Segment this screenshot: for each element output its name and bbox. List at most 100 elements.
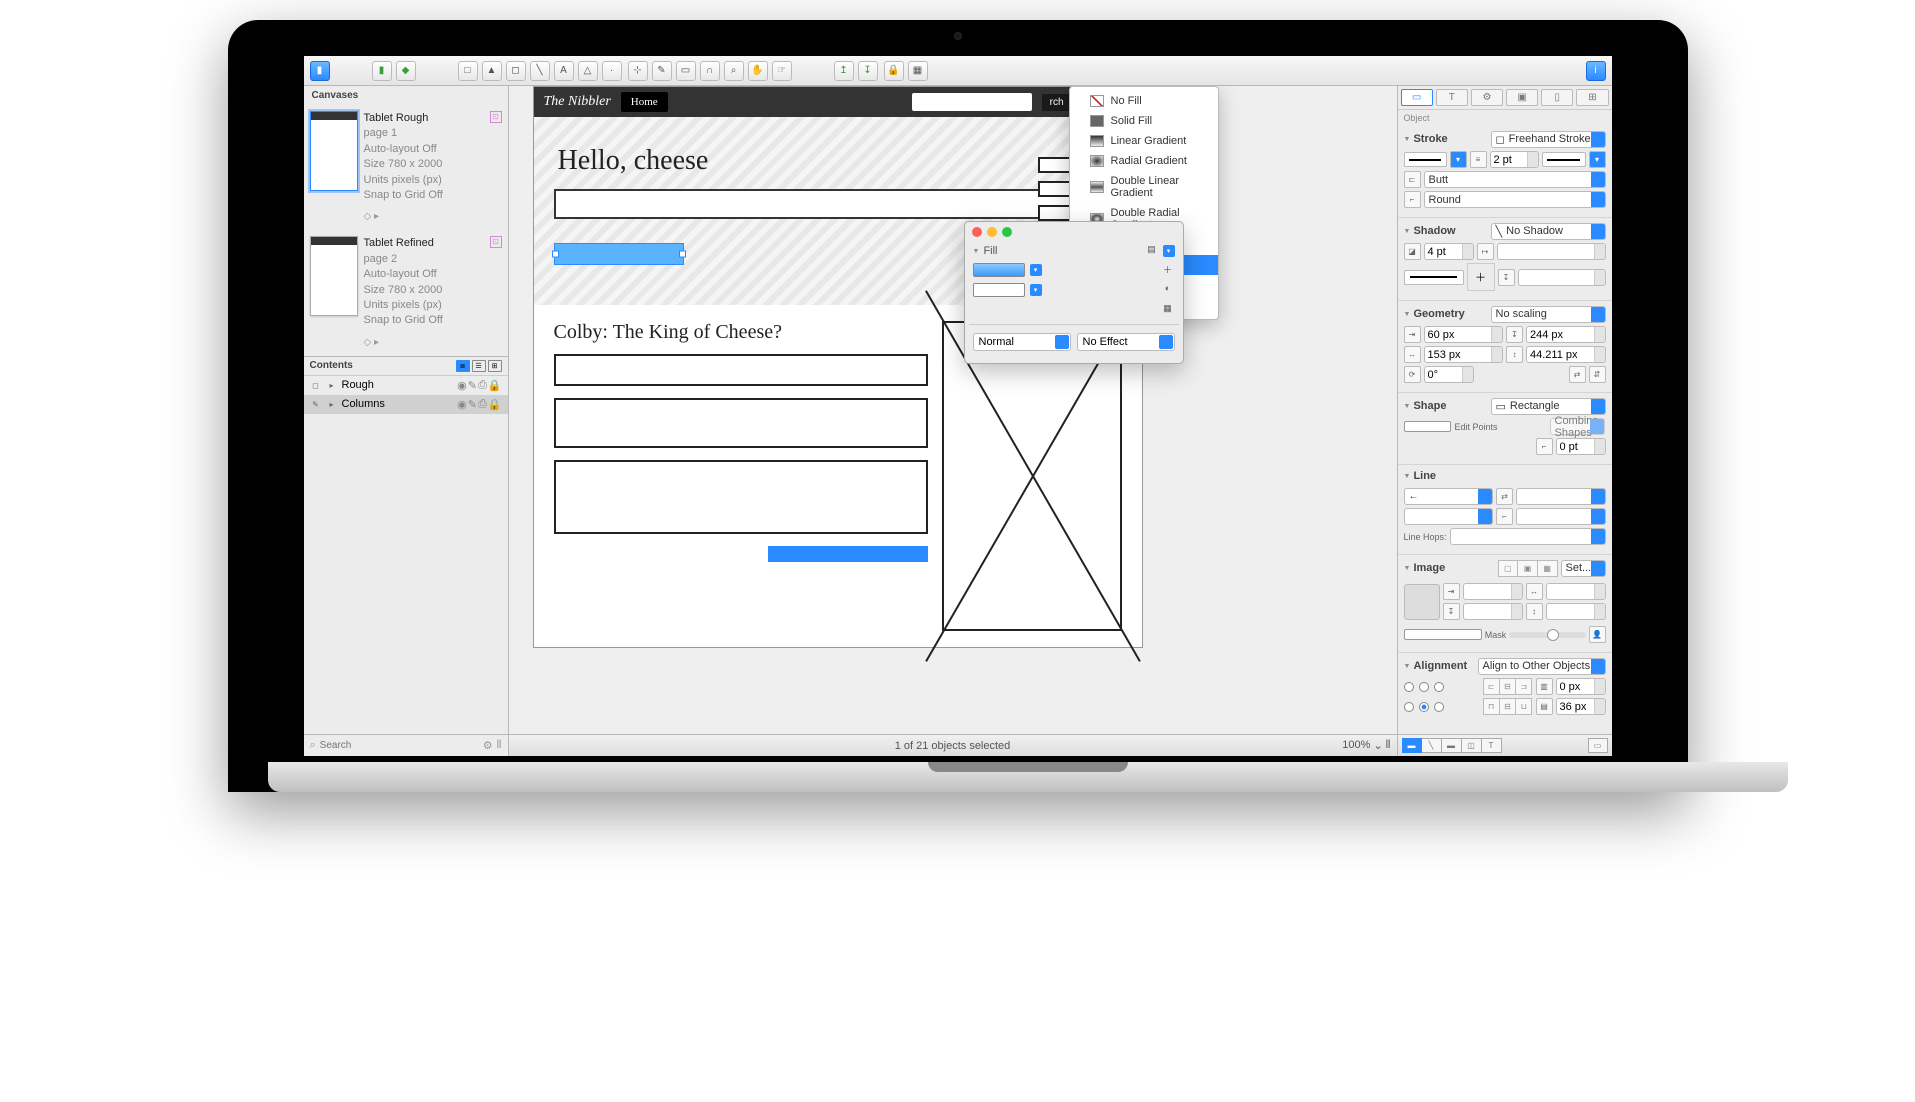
h-field[interactable]: 44.211 px [1526, 346, 1606, 363]
document-tab[interactable]: ▯ [1541, 89, 1573, 106]
new-canvas-button[interactable]: ▮ [372, 61, 392, 81]
fill-effect-select[interactable]: No Effect [1077, 333, 1175, 351]
stroke-width-field[interactable]: 2 pt [1490, 151, 1539, 168]
fill-popover[interactable]: ▼Fill▤▾ ▾＋ ▾◐ ▦ Normal No Effect [964, 221, 1184, 364]
menu-item-radial-gradient[interactable]: Radial Gradient [1070, 151, 1218, 171]
shadow-blur-slider[interactable] [1404, 270, 1464, 285]
grid-view-icon[interactable]: ⊞ [488, 360, 502, 372]
lock-icon[interactable]: 🔒 [488, 398, 502, 411]
image-set-button[interactable]: Set... [1561, 560, 1606, 577]
type-tab[interactable]: T [1436, 89, 1468, 106]
corner-select[interactable]: Round [1424, 191, 1606, 208]
bring-forward-button[interactable]: ↥ [834, 61, 854, 81]
dist-h-icon[interactable]: ▥ [1536, 678, 1553, 695]
canvas-tab[interactable]: ▣ [1506, 89, 1538, 106]
sidebar-toggle-button[interactable]: ▮ [310, 61, 330, 81]
pen-tool[interactable]: △ [578, 61, 598, 81]
close-icon[interactable] [972, 227, 982, 237]
list-view-icon[interactable]: ≣ [456, 360, 470, 372]
align-hcenter-radio[interactable] [1419, 682, 1429, 692]
group-button[interactable]: ▦ [908, 61, 928, 81]
inspector-toggle-button[interactable]: i [1586, 61, 1606, 81]
cap-select[interactable]: Butt [1424, 171, 1606, 188]
visible-icon[interactable]: ◉ [457, 398, 467, 411]
rename-icon[interactable]: ✎ [468, 398, 477, 411]
stroke-style-select[interactable]: ◻Freehand Stroke [1491, 131, 1606, 148]
fill-color-swatch-2[interactable] [973, 283, 1025, 297]
shadow-pad-icon[interactable]: ＋ [1467, 263, 1495, 291]
select-tool[interactable]: ▲ [482, 61, 502, 81]
magnet-tool[interactable]: ∩ [700, 61, 720, 81]
lock-icon[interactable]: 🔒 [488, 379, 502, 392]
shadow-mode-select[interactable]: ╲No Shadow [1491, 223, 1606, 240]
align-bottom-radio[interactable] [1434, 702, 1444, 712]
align-left-radio[interactable] [1404, 682, 1414, 692]
text-tool[interactable]: A [554, 61, 574, 81]
img-person-icon[interactable]: 👤 [1589, 626, 1606, 643]
y-field[interactable]: 244 px [1526, 326, 1606, 343]
img-x-field[interactable] [1463, 583, 1523, 600]
hand-tool[interactable]: ✋ [748, 61, 768, 81]
resize-handle-icon[interactable]: ⦀ [497, 739, 502, 752]
dist-v-icon[interactable]: ▤ [1536, 698, 1553, 715]
shape-tool[interactable]: ◻ [506, 61, 526, 81]
dash-pattern[interactable] [1542, 152, 1586, 167]
image-well[interactable] [1404, 584, 1440, 620]
shadow-color-icon[interactable]: ◪ [1404, 243, 1421, 260]
minimize-icon[interactable] [987, 227, 997, 237]
image-fit-tile[interactable]: ▦ [1538, 560, 1558, 577]
align-mode-select[interactable]: Align to Other Objects [1478, 658, 1606, 675]
object-tab[interactable]: ▭ [1401, 89, 1433, 106]
share-indicator[interactable]: ◇ ▸ [304, 209, 508, 230]
diagram-tool[interactable]: ⊹ [628, 61, 648, 81]
share-indicator[interactable]: ◇ ▸ [304, 335, 508, 356]
menu-item-solid-fill[interactable]: Solid Fill [1070, 111, 1218, 131]
pattern-icon[interactable]: ▦ [1161, 303, 1175, 317]
x-field[interactable]: 60 px [1424, 326, 1504, 343]
text-toggle-icon[interactable]: T [1482, 738, 1502, 753]
menu-item-no-fill[interactable]: No Fill [1070, 91, 1218, 111]
image-fit-natural[interactable]: ▢ [1498, 560, 1519, 577]
canvas-item-tablet-rough[interactable]: Tablet Rough page 1 Auto-layout Off Size… [304, 105, 508, 209]
color-menu[interactable]: ▾ [1030, 264, 1042, 276]
zoom-icon[interactable] [1002, 227, 1012, 237]
new-shape-button[interactable]: ◆ [396, 61, 416, 81]
shape-type-select[interactable]: ▭Rectangle [1491, 398, 1606, 415]
line-start-select[interactable]: ← [1404, 488, 1494, 505]
blend-mode-select[interactable]: Normal [973, 333, 1071, 351]
color-menu-2[interactable]: ▾ [1030, 284, 1042, 296]
menu-item-double-linear[interactable]: Double Linear Gradient [1070, 171, 1218, 203]
fill-toggle-icon[interactable]: ▬ [1402, 738, 1422, 753]
fill-color-swatch[interactable] [973, 263, 1025, 277]
image-fit-stretch[interactable]: ▣ [1518, 560, 1538, 577]
print-icon[interactable]: ⎙ [478, 398, 487, 411]
h-spacing-field[interactable]: 0 px [1556, 678, 1606, 695]
line-hops-select[interactable] [1450, 528, 1606, 545]
dash-menu[interactable]: ▾ [1589, 151, 1606, 168]
shadow-y-field[interactable] [1518, 269, 1606, 286]
selected-shape[interactable] [554, 243, 684, 265]
shadow-toggle-icon[interactable]: ▬ [1442, 738, 1462, 753]
align-bottom-icon[interactable]: ⊔ [1516, 698, 1532, 715]
line-end-select[interactable] [1516, 488, 1606, 505]
align-right-radio[interactable] [1434, 682, 1444, 692]
align-left-icon[interactable]: ⊏ [1483, 678, 1500, 695]
opacity-icon[interactable]: ◐ [1161, 283, 1175, 297]
canvas-resize-handle-icon[interactable]: ⦀ [1386, 739, 1391, 752]
point-tool[interactable]: · [602, 61, 622, 81]
search-input[interactable] [320, 740, 479, 751]
align-right-icon[interactable]: ⊐ [1516, 678, 1532, 695]
line-tail-select[interactable] [1404, 508, 1494, 525]
properties-tab[interactable]: ⚙ [1471, 89, 1503, 106]
image-toggle-icon[interactable]: ◫ [1462, 738, 1482, 753]
stroke-color-swatch[interactable] [1404, 152, 1447, 167]
shadow-offset-field[interactable]: 4 pt [1424, 243, 1474, 260]
flip-h-icon[interactable]: ⇄ [1569, 366, 1586, 383]
combine-shapes-select[interactable]: Combine Shapes [1550, 418, 1606, 435]
edit-points-checkbox[interactable] [1404, 421, 1452, 432]
align-vcenter-icon[interactable]: ⊟ [1500, 698, 1516, 715]
line-head-select[interactable] [1516, 508, 1606, 525]
img-h-field[interactable] [1546, 603, 1606, 620]
layer-row-columns[interactable]: ✎ ▸ Columns ◉✎⎙🔒 [304, 395, 508, 414]
stencils-tab[interactable]: ⊞ [1576, 89, 1608, 106]
